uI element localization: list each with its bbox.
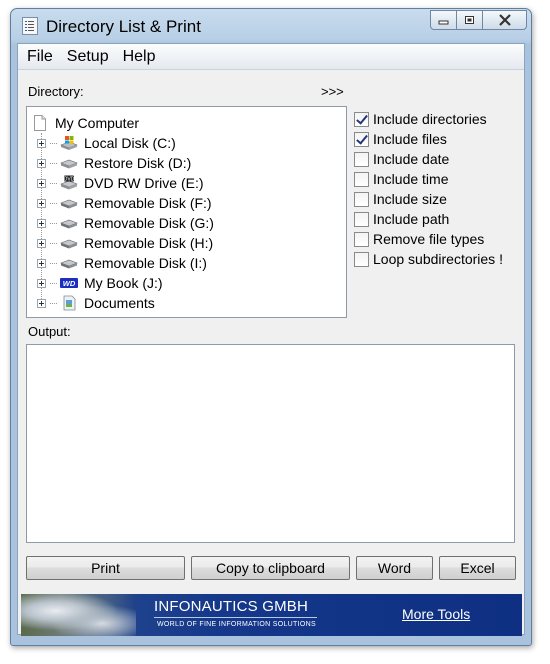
option-label: Include path — [373, 211, 450, 227]
local-disk-icon — [59, 135, 79, 151]
tree-item-label: Removable Disk (H:) — [84, 235, 214, 251]
maximize-button[interactable] — [456, 10, 483, 30]
close-button[interactable] — [482, 10, 527, 30]
tree-item-label: Removable Disk (F:) — [84, 195, 212, 211]
option-label: Include files — [373, 131, 447, 147]
company-name: INFONAUTICS GMBH — [154, 598, 309, 615]
svg-text:WD: WD — [63, 279, 76, 288]
tree-item-h[interactable]: Removable Disk (H:) — [37, 233, 213, 253]
menu-bar: File Setup Help — [18, 44, 524, 70]
tree-item-g[interactable]: Removable Disk (G:) — [37, 213, 214, 233]
more-tools-link[interactable]: More Tools — [402, 606, 470, 622]
option-include-path[interactable]: Include path — [354, 210, 449, 228]
tree-item-label: Local Disk (C:) — [84, 135, 176, 151]
checkbox[interactable] — [354, 171, 369, 187]
client-area: File Setup Help Directory: >>> My Comput… — [17, 43, 525, 636]
tree-item-label: Removable Disk (G:) — [84, 215, 214, 231]
option-include-date[interactable]: Include date — [354, 150, 449, 168]
tree-item-f[interactable]: Removable Disk (F:) — [37, 193, 212, 213]
checkbox[interactable] — [354, 151, 369, 167]
minimize-button[interactable] — [430, 10, 457, 30]
tree-item-label: Restore Disk (D:) — [84, 155, 192, 171]
expand-icon[interactable] — [37, 138, 46, 148]
maximize-icon — [465, 16, 474, 24]
option-label: Remove file types — [373, 231, 485, 247]
title-bar[interactable]: Directory List & Print — [11, 9, 531, 43]
expand-icon[interactable] — [37, 238, 46, 248]
drive-icon — [59, 155, 79, 171]
documents-icon — [59, 295, 79, 311]
tree-item-label: Removable Disk (I:) — [84, 255, 207, 271]
app-list-icon — [22, 17, 38, 35]
satellite-image — [21, 594, 136, 636]
option-include-size[interactable]: Include size — [354, 190, 447, 208]
option-remove-file-types[interactable]: Remove file types — [354, 230, 484, 248]
window-title: Directory List & Print — [46, 17, 201, 36]
option-label: Include time — [373, 171, 449, 187]
excel-button[interactable]: Excel — [439, 556, 516, 580]
checkbox[interactable] — [354, 251, 369, 267]
svg-text:DVD: DVD — [64, 177, 75, 183]
document-icon — [34, 115, 46, 131]
option-label: Include directories — [373, 111, 487, 127]
tree-item-i[interactable]: Removable Disk (I:) — [37, 253, 207, 273]
directory-tree[interactable]: My Computer Local Disk (C:) Restore Disk… — [26, 106, 347, 318]
expand-directory-button[interactable]: >>> — [321, 84, 344, 99]
close-icon — [498, 14, 511, 26]
company-banner: INFONAUTICS GMBH WORLD OF FINE INFORMATI… — [21, 594, 522, 636]
checkbox[interactable] — [354, 231, 369, 247]
tree-item-documents[interactable]: Documents — [37, 293, 155, 313]
option-include-files[interactable]: Include files — [354, 130, 447, 148]
option-include-time[interactable]: Include time — [354, 170, 448, 188]
tree-item-e[interactable]: DVD DVD RW Drive (E:) — [37, 173, 204, 193]
copy-to-clipboard-button[interactable]: Copy to clipboard — [191, 556, 350, 580]
divider — [154, 617, 317, 618]
checkbox[interactable] — [354, 211, 369, 227]
directory-label: Directory: — [28, 84, 84, 99]
output-label: Output: — [28, 324, 71, 339]
expand-icon[interactable] — [37, 278, 46, 288]
expand-icon[interactable] — [37, 178, 46, 188]
tree-item-label: DVD RW Drive (E:) — [84, 175, 204, 191]
expand-icon[interactable] — [37, 158, 46, 168]
option-label: Include date — [373, 151, 450, 167]
output-textarea[interactable] — [26, 344, 515, 543]
checkbox[interactable] — [354, 191, 369, 207]
app-window: Directory List & Print File Setup Help D… — [10, 8, 532, 646]
option-label: Include size — [373, 191, 447, 207]
tree-root-my-computer[interactable]: My Computer — [33, 113, 139, 133]
removable-disk-icon — [59, 235, 79, 251]
expand-icon[interactable] — [37, 298, 46, 308]
company-tagline: WORLD OF FINE INFORMATION SOLUTIONS — [157, 621, 316, 628]
tree-item-c[interactable]: Local Disk (C:) — [37, 133, 176, 153]
dvd-drive-icon: DVD — [59, 175, 79, 191]
removable-disk-icon — [59, 215, 79, 231]
expand-icon[interactable] — [37, 218, 46, 228]
tree-item-d[interactable]: Restore Disk (D:) — [37, 153, 191, 173]
tree-root-label: My Computer — [55, 115, 140, 131]
tree-item-j[interactable]: WD My Book (J:) — [37, 273, 163, 293]
checkbox[interactable] — [354, 131, 369, 147]
menu-help[interactable]: Help — [116, 48, 163, 66]
menu-file[interactable]: File — [20, 48, 60, 66]
tree-item-label: Documents — [84, 295, 155, 311]
print-button[interactable]: Print — [26, 556, 185, 580]
option-loop-subdirectories[interactable]: Loop subdirectories ! — [354, 250, 503, 268]
wd-drive-icon: WD — [59, 275, 79, 291]
removable-disk-icon — [59, 195, 79, 211]
caption-buttons — [430, 10, 527, 30]
option-include-directories[interactable]: Include directories — [354, 110, 487, 128]
minimize-icon — [438, 20, 449, 25]
expand-icon[interactable] — [37, 198, 46, 208]
word-button[interactable]: Word — [356, 556, 433, 580]
menu-setup[interactable]: Setup — [60, 48, 116, 66]
expand-icon[interactable] — [37, 258, 46, 268]
removable-disk-icon — [59, 255, 79, 271]
checkbox[interactable] — [354, 111, 369, 127]
option-label: Loop subdirectories ! — [373, 251, 503, 267]
tree-item-label: My Book (J:) — [84, 275, 163, 291]
